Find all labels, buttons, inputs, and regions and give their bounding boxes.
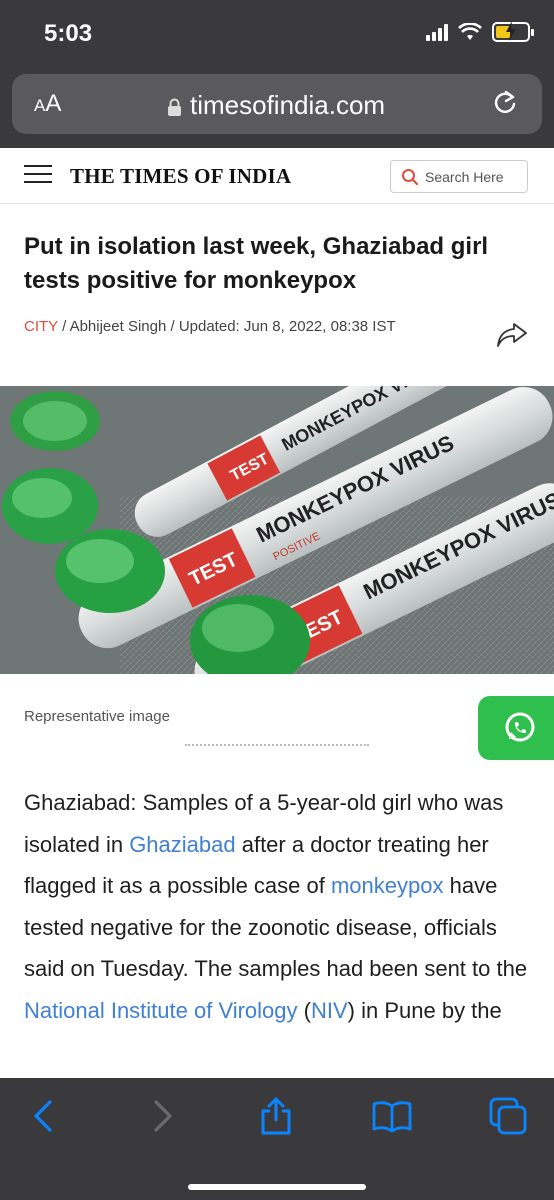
- home-indicator[interactable]: [188, 1184, 366, 1190]
- link-niv[interactable]: NIV: [311, 998, 348, 1023]
- share-sheet-icon[interactable]: [256, 1096, 296, 1136]
- category-link[interactable]: CITY: [24, 318, 58, 335]
- address-bar[interactable]: AA timesofindia.com: [12, 74, 542, 134]
- link-monkeypox[interactable]: monkeypox: [331, 873, 444, 898]
- hamburger-icon[interactable]: [24, 165, 52, 185]
- forward-icon[interactable]: [142, 1096, 182, 1136]
- divider: [185, 744, 369, 746]
- article-body: Ghaziabad: Samples of a 5-year-old girl …: [24, 790, 528, 1023]
- link-niv-full[interactable]: National Institute of Virology: [24, 998, 298, 1023]
- status-bar: 5:03: [0, 0, 554, 66]
- status-time: 5:03: [44, 20, 93, 47]
- url-text: timesofindia.com: [190, 90, 386, 120]
- link-ghaziabad[interactable]: Ghaziabad: [129, 832, 235, 857]
- bookmarks-icon[interactable]: [372, 1096, 412, 1136]
- image-caption: Representative image: [24, 708, 170, 725]
- whatsapp-share-button[interactable]: [478, 696, 554, 760]
- search-placeholder: Search Here: [425, 168, 504, 185]
- reader-options-button[interactable]: AA: [34, 90, 61, 118]
- tabs-icon[interactable]: [488, 1096, 528, 1136]
- web-page: THE TIMES OF INDIA Search Here Put in is…: [0, 148, 554, 1078]
- byline-text: / Abhijeet Singh / Updated: Jun 8, 2022,…: [57, 318, 396, 335]
- battery-icon: [492, 21, 534, 42]
- reload-icon[interactable]: [490, 88, 520, 118]
- search-button[interactable]: Search Here: [390, 160, 528, 193]
- wifi-icon: [458, 23, 482, 40]
- back-icon[interactable]: [24, 1096, 64, 1136]
- status-icons: [426, 21, 534, 42]
- url-display[interactable]: timesofindia.com: [167, 90, 385, 121]
- article-image: TEST MONKEYPOX VIRUS TEST MONKEYPOX VIRU…: [0, 386, 554, 674]
- article-byline: CITY / Abhijeet Singh / Updated: Jun 8, …: [24, 315, 464, 339]
- share-icon[interactable]: [496, 321, 528, 349]
- browser-address-area: AA timesofindia.com: [0, 66, 554, 148]
- article-headline: Put in isolation last week, Ghaziabad gi…: [24, 233, 489, 294]
- browser-toolbar: [0, 1078, 554, 1200]
- lock-icon: [168, 98, 181, 116]
- site-logo[interactable]: THE TIMES OF INDIA: [70, 164, 291, 189]
- site-header: THE TIMES OF INDIA Search Here: [0, 148, 554, 204]
- search-icon: [402, 168, 419, 185]
- signal-icon: [426, 23, 448, 41]
- whatsapp-icon: [505, 712, 535, 742]
